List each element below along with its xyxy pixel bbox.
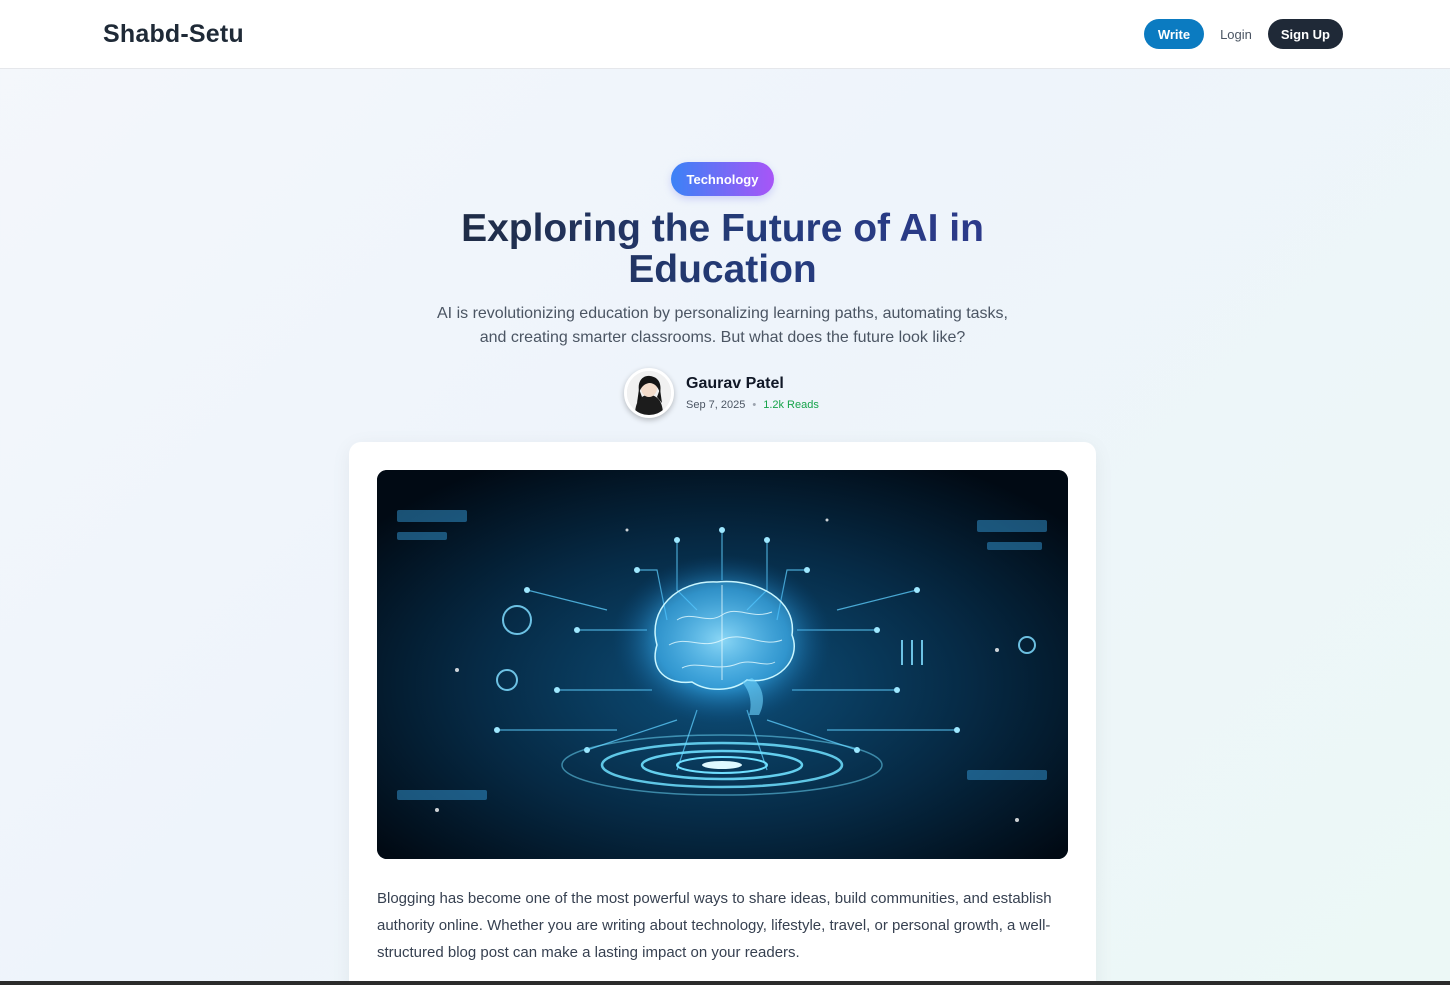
site-logo[interactable]: Shabd-Setu	[103, 20, 244, 49]
author-avatar[interactable]	[624, 368, 674, 418]
post-subtitle: AI is revolutionizing education by perso…	[437, 305, 1008, 346]
author-details: Gaurav Patel Sep 7, 2025 • 1.2k Reads	[686, 375, 819, 411]
category-badge[interactable]: Technology	[671, 162, 774, 196]
ai-brain-circuit-image	[377, 470, 1068, 859]
featured-image	[377, 470, 1068, 859]
author-info: Gaurav Patel Sep 7, 2025 • 1.2k Reads	[624, 368, 819, 418]
write-button[interactable]: Write	[1143, 19, 1205, 49]
read-count: 1.2k Reads	[763, 399, 819, 411]
author-name[interactable]: Gaurav Patel	[686, 375, 819, 393]
post-title: Exploring the Future of AI in Education	[400, 208, 1045, 290]
avatar-portrait-icon	[627, 371, 671, 415]
meta-separator: •	[752, 399, 757, 411]
post-date: Sep 7, 2025	[686, 399, 746, 411]
login-link[interactable]: Login	[1218, 27, 1254, 42]
article-card: Blogging has become one of the most powe…	[349, 442, 1096, 985]
post-meta: Sep 7, 2025 • 1.2k Reads	[686, 399, 819, 411]
post-body-paragraph: Blogging has become one of the most powe…	[377, 890, 1052, 961]
header-nav: Write Login Sign Up	[1143, 19, 1343, 49]
site-header: Shabd-Setu Write Login Sign Up	[0, 0, 1450, 69]
signup-button[interactable]: Sign Up	[1267, 19, 1343, 49]
bottom-edge	[0, 981, 1450, 985]
